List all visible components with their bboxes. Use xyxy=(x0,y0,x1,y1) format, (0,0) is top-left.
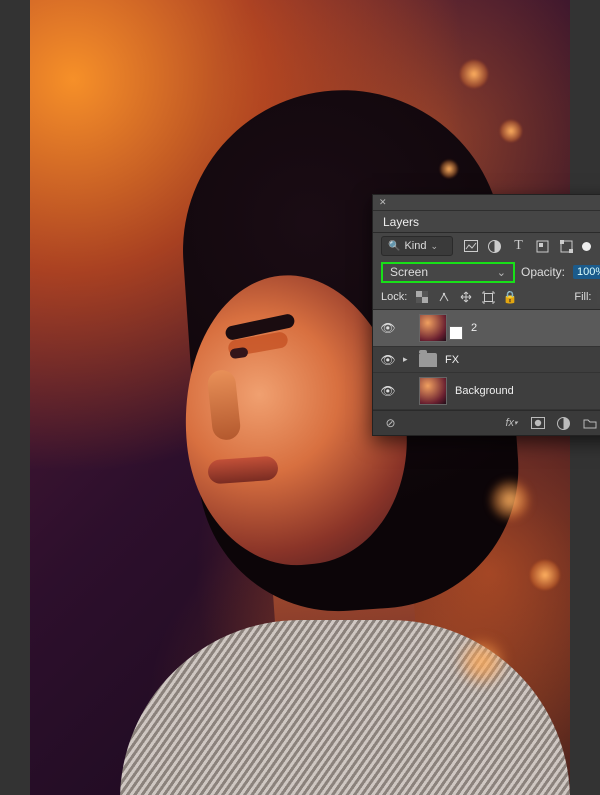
lock-position-icon[interactable] xyxy=(459,290,473,304)
lock-transparency-icon[interactable] xyxy=(415,290,429,304)
filter-shape-icon[interactable] xyxy=(535,239,550,253)
lock-artboard-icon[interactable] xyxy=(481,290,495,304)
lock-image-icon[interactable] xyxy=(437,290,451,304)
layers-panel: ✕ « Layers 🔍 Kind ⌄ T Screen ⌄ Opacity: … xyxy=(372,194,600,436)
layer-name[interactable]: FX xyxy=(445,354,459,366)
panel-close-icon[interactable]: ✕ xyxy=(379,197,387,208)
layer-row[interactable]: 👁 2 xyxy=(373,310,600,347)
fill-label: Fill: xyxy=(574,291,591,303)
layer-row[interactable]: 👁 Background 🔒 xyxy=(373,373,600,410)
link-layers-icon[interactable]: ⊘ xyxy=(383,416,398,430)
visibility-toggle[interactable]: 👁 xyxy=(379,353,397,367)
lock-row: Lock: 🔒 Fill: 100% ⌄ xyxy=(373,285,600,309)
add-mask-icon[interactable] xyxy=(530,416,545,430)
visibility-toggle[interactable]: 👁 xyxy=(379,384,397,398)
filter-adjustment-icon[interactable] xyxy=(487,239,502,253)
new-adjustment-icon[interactable] xyxy=(556,416,571,430)
layer-list: 👁 2 👁 ▸ FX 👁 Background 🔒 xyxy=(373,309,600,410)
opacity-value[interactable]: 100% xyxy=(573,265,600,279)
visibility-toggle[interactable]: 👁 xyxy=(379,321,397,335)
panel-title: Layers xyxy=(383,215,419,229)
filter-kind-dropdown[interactable]: 🔍 Kind ⌄ xyxy=(381,236,453,256)
lock-all-icon[interactable]: 🔒 xyxy=(503,290,517,304)
disclosure-icon[interactable]: ▸ xyxy=(403,354,413,365)
filter-smartobject-icon[interactable] xyxy=(559,239,574,253)
layer-thumbnail[interactable] xyxy=(419,377,447,405)
blend-row: Screen ⌄ Opacity: 100% ⌄ xyxy=(373,259,600,285)
filter-pixel-icon[interactable] xyxy=(463,239,478,253)
lock-label: Lock: xyxy=(381,291,407,303)
layer-row[interactable]: 👁 ▸ FX xyxy=(373,347,600,373)
new-group-icon[interactable] xyxy=(582,416,597,430)
filter-kind-label: Kind xyxy=(404,240,426,252)
folder-icon xyxy=(419,353,437,367)
opacity-label: Opacity: xyxy=(521,265,565,279)
chevron-down-icon: ⌄ xyxy=(497,266,506,279)
fx-icon[interactable]: fx▾ xyxy=(504,416,519,430)
blend-mode-value: Screen xyxy=(390,265,428,279)
panel-footer: ⊘ fx▾ xyxy=(373,410,600,435)
layer-thumbnail[interactable] xyxy=(419,314,447,342)
blend-mode-dropdown[interactable]: Screen ⌄ xyxy=(381,262,515,283)
filter-toggle[interactable] xyxy=(582,242,591,251)
chevron-down-icon: ⌄ xyxy=(430,241,438,252)
layer-name[interactable]: Background xyxy=(455,385,514,397)
layer-mask-thumbnail[interactable] xyxy=(449,326,463,340)
layer-name[interactable]: 2 xyxy=(471,322,477,334)
filter-row: 🔍 Kind ⌄ T xyxy=(373,233,600,259)
filter-text-icon[interactable]: T xyxy=(511,239,526,253)
